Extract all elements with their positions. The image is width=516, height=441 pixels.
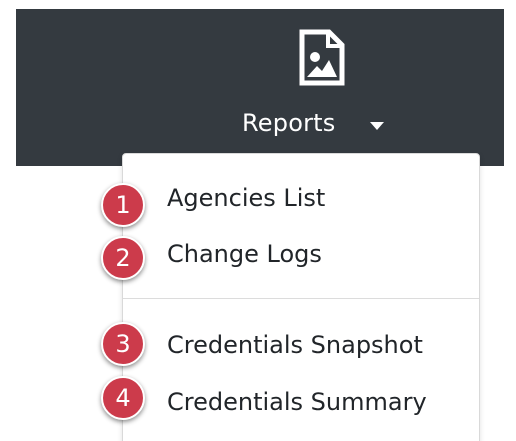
menu-item-credentials-summary[interactable]: Credentials Summary [123, 378, 479, 426]
reports-nav-label: Reports [242, 109, 336, 137]
step-badge-2: 2 [101, 236, 145, 280]
reports-dropdown-menu: Agencies List Change Logs Credentials Sn… [122, 153, 480, 441]
menu-divider [123, 298, 479, 299]
screenshot-stage: Reports Agencies List Change Logs Creden… [0, 0, 516, 441]
report-image-icon [299, 29, 345, 86]
step-badge-4: 4 [101, 376, 145, 420]
menu-item-label: Credentials Snapshot [167, 331, 423, 359]
menu-item-label: Change Logs [167, 240, 322, 268]
menu-item-agencies-list[interactable]: Agencies List [123, 174, 479, 222]
menu-item-label: Credentials Summary [167, 388, 427, 416]
menu-item-label: Agencies List [167, 184, 326, 212]
menu-item-credentials-snapshot[interactable]: Credentials Snapshot [123, 321, 479, 369]
caret-down-icon [370, 122, 384, 130]
step-badge-1: 1 [101, 183, 145, 227]
step-badge-3: 3 [101, 322, 145, 366]
top-navbar: Reports [16, 9, 504, 166]
reports-nav-item[interactable]: Reports [242, 25, 384, 143]
menu-item-change-logs[interactable]: Change Logs [123, 230, 479, 278]
